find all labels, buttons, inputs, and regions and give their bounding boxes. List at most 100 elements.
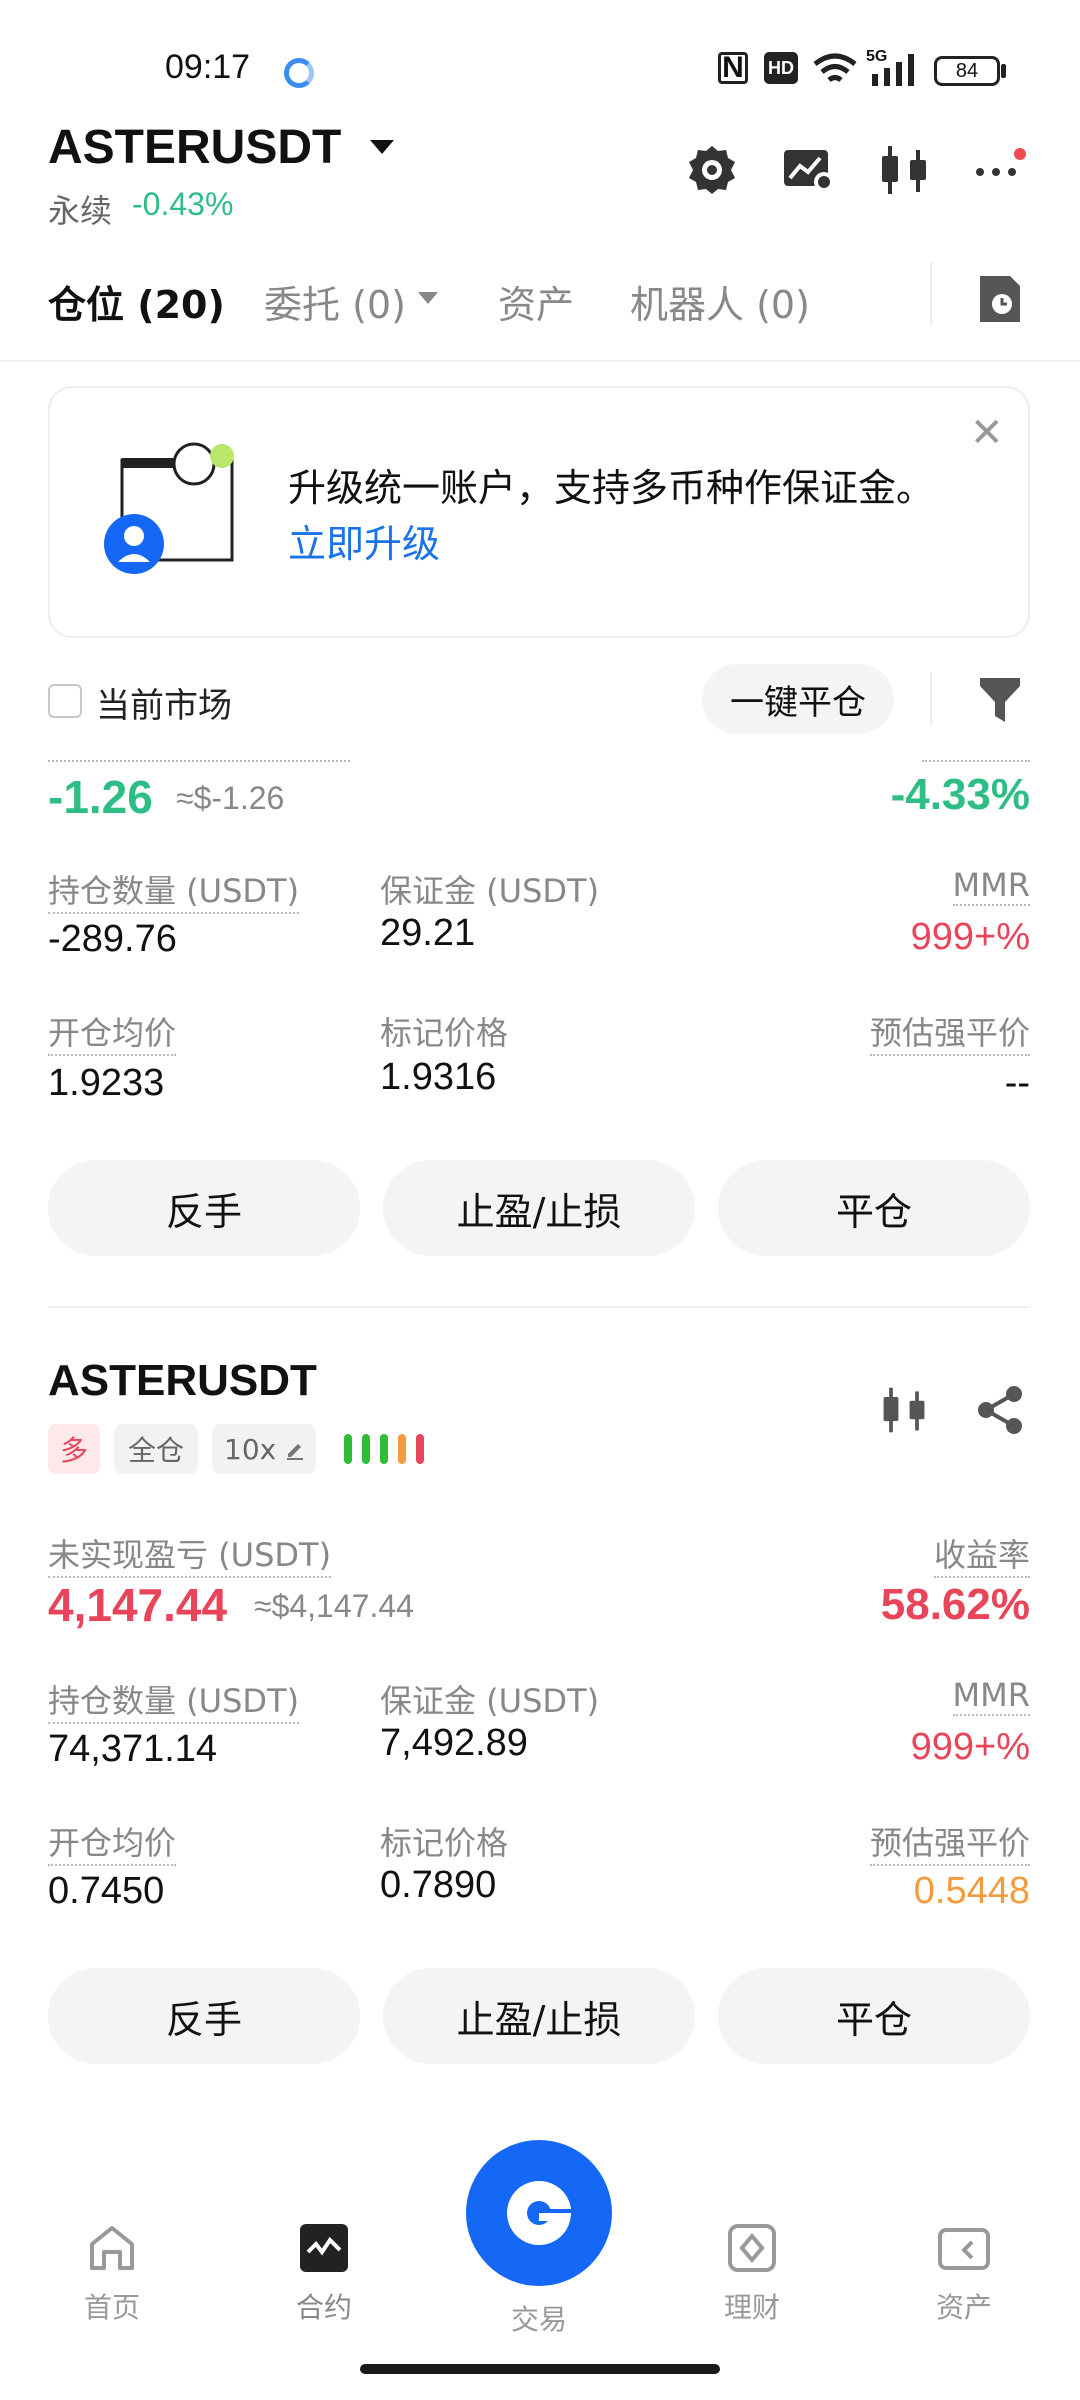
more-icon[interactable] xyxy=(970,140,1030,200)
assets-icon xyxy=(938,2228,990,2270)
position2-qty: 74,371.14 xyxy=(48,1728,218,1770)
signal-icon xyxy=(872,54,914,86)
banner-message: 升级统一账户，支持多币种作保证金。立即升级 xyxy=(288,460,948,572)
position2-entry: 0.7450 xyxy=(48,1870,165,1912)
tab-bots[interactable]: 机器人 (0) xyxy=(630,274,810,329)
banner-close-icon[interactable]: ✕ xyxy=(970,410,1004,456)
reverse-button[interactable]: 反手 xyxy=(48,1968,360,2064)
filter-icon[interactable] xyxy=(978,674,1022,728)
position1-pnl-usd: ≈$-1.26 xyxy=(176,780,285,816)
nfc-icon: N xyxy=(718,51,748,84)
side-tag: 多 xyxy=(48,1424,100,1474)
trade-button[interactable] xyxy=(466,2140,612,2286)
margin-mode-tag[interactable]: 全仓 xyxy=(114,1424,198,1474)
position2-mmr: 999+% xyxy=(910,1726,1030,1768)
position1-mmr-label[interactable]: MMR xyxy=(952,866,1030,906)
tab-orders[interactable]: 委托 (0) xyxy=(264,274,406,329)
position2-roe-label[interactable]: 收益率 xyxy=(933,1530,1030,1578)
battery-tip xyxy=(1001,64,1006,78)
nav-earn[interactable]: 理财 xyxy=(682,2222,822,2326)
chart-settings-icon[interactable] xyxy=(778,140,838,200)
position2-actions: 反手 止盈/止损 平仓 xyxy=(48,1968,1030,2064)
banner-text: 升级统一账户，支持多币种作保证金。 xyxy=(288,466,935,510)
tab-divider xyxy=(0,360,1080,362)
close-all-button[interactable]: 一键平仓 xyxy=(702,664,894,734)
position1-entry: 1.9233 xyxy=(48,1062,165,1104)
position1-entry-label[interactable]: 开仓均价 xyxy=(48,1008,177,1056)
candlestick-icon[interactable] xyxy=(874,140,934,200)
candlestick-icon-2[interactable] xyxy=(878,1384,930,1440)
position2-entry-label[interactable]: 开仓均价 xyxy=(48,1818,177,1866)
price-change: -0.43% xyxy=(132,186,234,222)
share-icon[interactable] xyxy=(974,1384,1026,1440)
nav-futures[interactable]: 合约 xyxy=(254,2222,394,2326)
position2-mark: 0.7890 xyxy=(380,1864,497,1906)
upgrade-link[interactable]: 立即升级 xyxy=(288,522,440,566)
close-position-button[interactable]: 平仓 xyxy=(718,1968,1030,2064)
account-illustration-icon xyxy=(104,440,244,594)
position2-symbol[interactable]: ASTERUSDT xyxy=(48,1356,317,1406)
trade-icon xyxy=(507,2180,571,2245)
position1-margin-label: 保证金 (USDT) xyxy=(380,872,600,910)
battery-indicator: 84 xyxy=(934,56,1000,86)
position1-margin: 29.21 xyxy=(380,912,476,954)
futures-icon xyxy=(300,2224,348,2272)
reverse-button[interactable]: 反手 xyxy=(48,1160,360,1256)
position2-pnl-label[interactable]: 未实现盈亏 (USDT) xyxy=(48,1530,332,1578)
contract-type: 永续 xyxy=(48,192,113,230)
position1-actions: 反手 止盈/止损 平仓 xyxy=(48,1160,1030,1256)
rewards-icon[interactable] xyxy=(682,140,742,200)
position1-pnl: -1.26 xyxy=(48,771,153,823)
position1-qty-label[interactable]: 持仓数量 (USDT) xyxy=(48,866,300,914)
history-icon[interactable] xyxy=(978,274,1022,328)
current-market-label: 当前市场 xyxy=(96,686,232,726)
roe-label-underline xyxy=(922,760,1030,762)
position2-pnl-usd: ≈$4,147.44 xyxy=(254,1588,414,1624)
orders-dropdown-icon[interactable] xyxy=(418,292,438,304)
symbol-dropdown-icon[interactable] xyxy=(370,140,394,154)
nav-trade-label: 交易 xyxy=(510,2303,567,2336)
position2-margin: 7,492.89 xyxy=(380,1722,528,1764)
leverage-tag[interactable]: 10x xyxy=(212,1424,316,1474)
status-time: 09:17 xyxy=(165,48,251,86)
home-indicator xyxy=(360,2364,720,2374)
current-market-checkbox[interactable] xyxy=(48,684,82,718)
filter-separator xyxy=(930,672,932,726)
position1-qty: -289.76 xyxy=(48,918,177,960)
nav-earn-label: 理财 xyxy=(723,2291,780,2324)
hd-icon: HD xyxy=(764,52,798,84)
position1-liq-label[interactable]: 预估强平价 xyxy=(869,1008,1030,1056)
tab-positions[interactable]: 仓位 (20) xyxy=(48,274,225,329)
tpsl-button[interactable]: 止盈/止损 xyxy=(383,1968,695,2064)
pnl-label-underline xyxy=(48,760,350,762)
nav-assets[interactable]: 资产 xyxy=(894,2222,1034,2326)
leverage-value: 10x xyxy=(224,1432,277,1466)
position1-mmr: 999+% xyxy=(910,916,1030,958)
position2-liq-label[interactable]: 预估强平价 xyxy=(869,1818,1030,1866)
wifi-icon xyxy=(813,53,857,83)
position2-qty-label[interactable]: 持仓数量 (USDT) xyxy=(48,1676,300,1724)
home-icon xyxy=(90,2226,134,2270)
position-separator xyxy=(48,1306,1030,1308)
close-position-button[interactable]: 平仓 xyxy=(718,1160,1030,1256)
position2-liq: 0.5448 xyxy=(913,1870,1030,1912)
nav-home[interactable]: 首页 xyxy=(42,2222,182,2326)
position2-roe: 58.62% xyxy=(880,1580,1030,1629)
position1-liq: -- xyxy=(1004,1062,1030,1104)
nav-home-label: 首页 xyxy=(83,2291,140,2324)
nav-assets-label: 资产 xyxy=(935,2291,992,2324)
nav-futures-label: 合约 xyxy=(295,2291,352,2324)
position2-mark-label: 标记价格 xyxy=(380,1824,509,1862)
position2-mmr-label[interactable]: MMR xyxy=(952,1676,1030,1716)
symbol-title[interactable]: ASTERUSDT xyxy=(48,120,341,175)
position1-mark: 1.9316 xyxy=(380,1056,497,1098)
risk-level-icon xyxy=(342,1432,428,1470)
edit-icon xyxy=(287,1444,304,1460)
position1-mark-label: 标记价格 xyxy=(380,1014,509,1052)
app-activity-icon xyxy=(284,58,314,88)
tab-separator xyxy=(930,262,932,326)
earn-icon xyxy=(728,2224,776,2272)
tpsl-button[interactable]: 止盈/止损 xyxy=(383,1160,695,1256)
position2-pnl: 4,147.44 xyxy=(48,1579,228,1631)
tab-assets[interactable]: 资产 xyxy=(498,274,574,329)
